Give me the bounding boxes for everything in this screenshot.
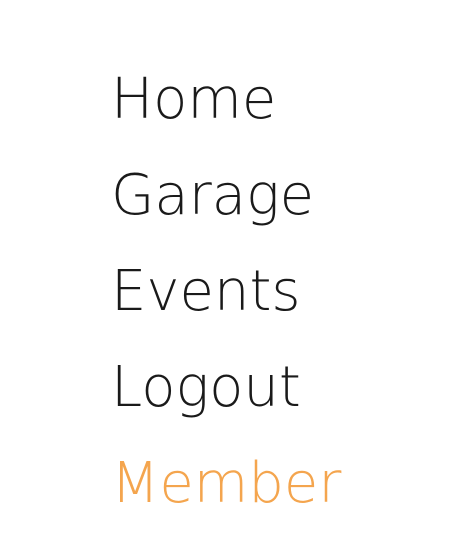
nav-link-logout[interactable]: Logout	[111, 340, 341, 436]
menu-entry-logout: Logout	[111, 340, 341, 436]
menu-list: Home Garage Events Logout Member	[111, 52, 341, 532]
menu-entry-home: Home	[111, 52, 341, 148]
nav-link-member[interactable]: Member	[111, 436, 341, 532]
menu-entry-member: Member	[111, 436, 341, 532]
nav-link-garage[interactable]: Garage	[111, 148, 341, 244]
menu-entry-events: Events	[111, 244, 341, 340]
menu-entry-garage: Garage	[111, 148, 341, 244]
nav-link-events[interactable]: Events	[111, 244, 341, 340]
nav-link-home[interactable]: Home	[111, 52, 341, 148]
